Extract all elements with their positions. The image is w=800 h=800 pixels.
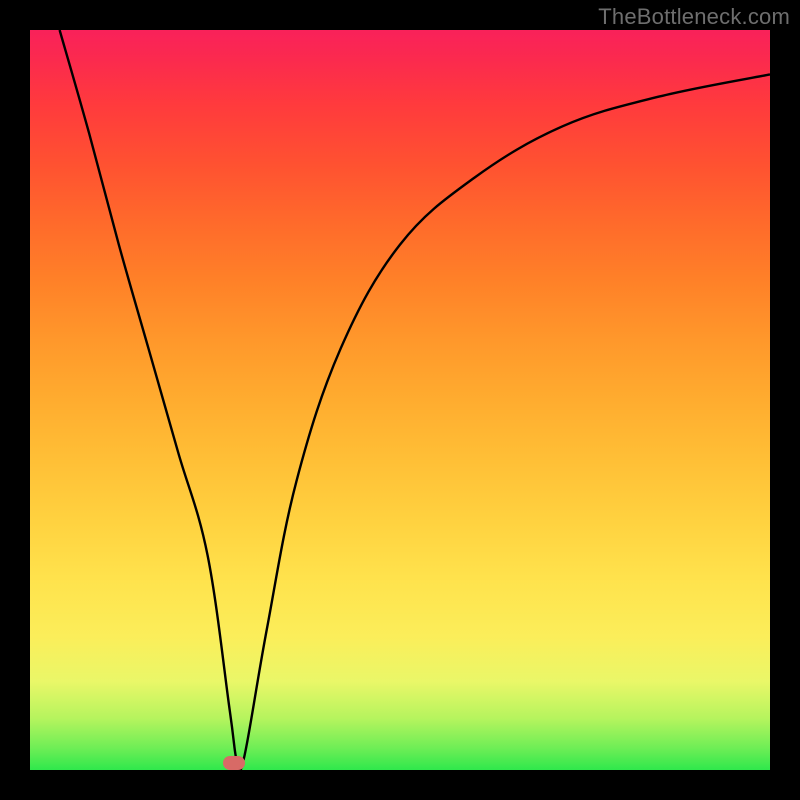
watermark-text: TheBottleneck.com bbox=[598, 4, 790, 30]
curve-line bbox=[60, 30, 770, 771]
plot-area bbox=[30, 30, 770, 770]
bottleneck-curve bbox=[30, 30, 770, 770]
chart-frame: TheBottleneck.com bbox=[0, 0, 800, 800]
optimal-point-marker bbox=[223, 756, 245, 770]
